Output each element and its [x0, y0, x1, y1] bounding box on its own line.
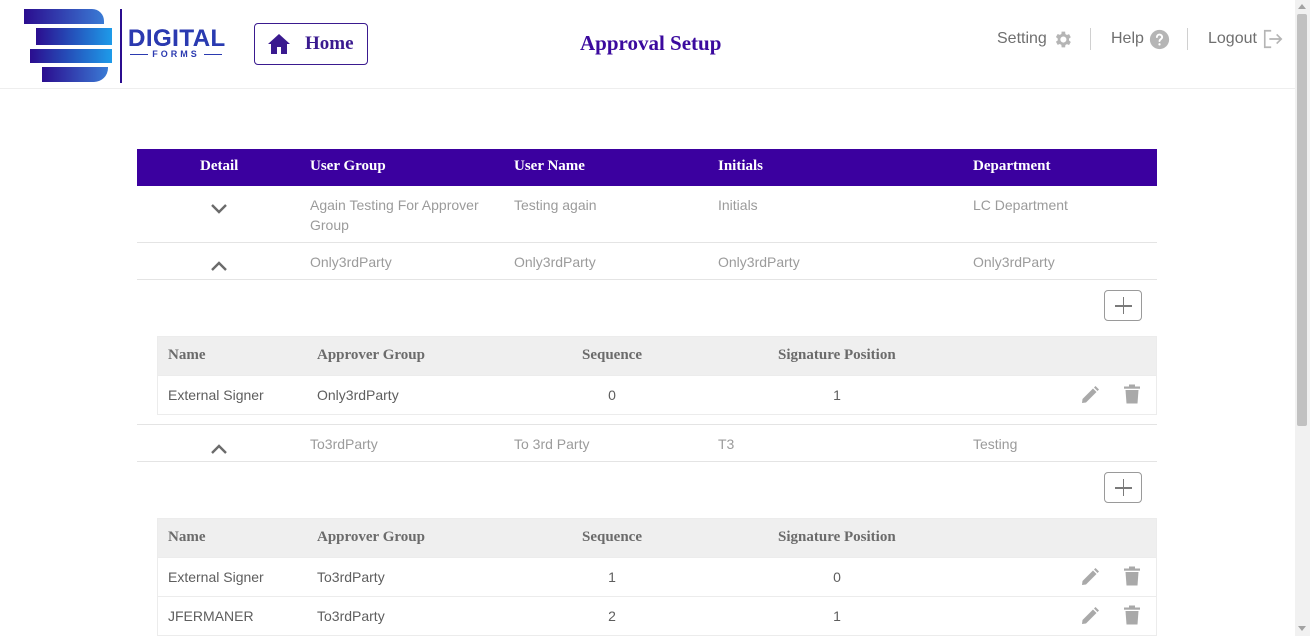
add-approver-button[interactable]: [1104, 290, 1142, 321]
scroll-up-arrow[interactable]: [1298, 4, 1306, 9]
pencil-icon[interactable]: [1080, 606, 1100, 626]
gear-icon: [1055, 31, 1071, 47]
trash-icon[interactable]: [1123, 566, 1141, 586]
approver-sub-table: Name Approver Group Sequence Signature P…: [157, 336, 1157, 415]
sub-table-header: Name Approver Group Sequence Signature P…: [158, 337, 1156, 375]
sub-cell-approver-group: To3rdParty: [317, 608, 385, 624]
trash-icon[interactable]: [1123, 384, 1141, 404]
cell-initials: Initials: [718, 197, 758, 213]
sub-table-row: External Signer To3rdParty 1 0: [158, 557, 1156, 596]
help-icon: [1149, 29, 1170, 49]
sub-column-approver-group: Approver Group: [317, 347, 425, 363]
sub-cell-sequence: 0: [608, 387, 616, 403]
column-header-user-name: User Name: [514, 158, 585, 174]
sub-cell-sequence: 2: [608, 608, 616, 624]
sub-cell-name: External Signer: [168, 387, 264, 403]
cell-user-group: To3rdParty: [310, 436, 378, 452]
logout-icon: [1263, 29, 1283, 49]
column-header-initials: Initials: [718, 158, 764, 174]
chevron-up-icon[interactable]: [210, 443, 228, 455]
cell-user-name: Only3rdParty: [514, 254, 596, 270]
logo-stripe: [30, 49, 112, 63]
sub-column-sequence: Sequence: [582, 529, 642, 545]
vertical-scrollbar[interactable]: [1295, 0, 1310, 636]
header-divider: [1090, 28, 1091, 50]
table-row: Only3rdParty Only3rdParty Only3rdParty O…: [137, 243, 1157, 280]
setting-link[interactable]: Setting: [997, 27, 1073, 51]
sub-table-header: Name Approver Group Sequence Signature P…: [158, 519, 1156, 557]
sub-column-name: Name: [168, 529, 206, 545]
pencil-icon[interactable]: [1080, 385, 1100, 405]
sub-cell-sequence: 1: [608, 569, 616, 585]
table-row: Again Testing For Approver Group Testing…: [137, 186, 1157, 243]
column-header-department: Department: [973, 158, 1051, 174]
home-icon: [268, 34, 290, 54]
home-button-label: Home: [305, 33, 354, 54]
chevron-up-icon[interactable]: [210, 260, 228, 272]
cell-department: Only3rdParty: [973, 254, 1055, 270]
sub-cell-name: JFERMANER: [168, 608, 254, 624]
sub-table-row: External Signer Only3rdParty 0 1: [158, 375, 1156, 414]
cell-user-name: Testing again: [514, 197, 597, 213]
table-header: Detail User Group User Name Initials Dep…: [137, 149, 1157, 186]
logo-divider: [120, 9, 122, 83]
sub-column-approver-group: Approver Group: [317, 529, 425, 545]
sub-cell-approver-group: To3rdParty: [317, 569, 385, 585]
trash-icon[interactable]: [1123, 605, 1141, 625]
chevron-down-icon[interactable]: [210, 203, 228, 215]
logout-link[interactable]: Logout: [1208, 27, 1284, 51]
sub-table-row: JFERMANER To3rdParty 2 1: [158, 596, 1156, 635]
sub-cell-approver-group: Only3rdParty: [317, 387, 399, 403]
logout-label: Logout: [1208, 30, 1257, 47]
cell-initials: Only3rdParty: [718, 254, 800, 270]
approver-sub-table: Name Approver Group Sequence Signature P…: [157, 518, 1157, 636]
sub-column-signature-position: Signature Position: [778, 347, 896, 363]
sub-cell-signature-position: 1: [833, 387, 841, 403]
column-header-user-group: User Group: [310, 158, 386, 174]
home-button[interactable]: Home: [254, 23, 368, 65]
sub-column-signature-position: Signature Position: [778, 529, 896, 545]
logo-stripe: [36, 28, 112, 45]
cell-initials: T3: [718, 436, 735, 452]
digital-forms-logo[interactable]: DIGITAL FORMS: [24, 9, 225, 83]
approval-table: Detail User Group User Name Initials Dep…: [137, 149, 1157, 186]
logo-stripe: [24, 9, 104, 24]
setting-label: Setting: [997, 30, 1047, 47]
sub-column-name: Name: [168, 347, 206, 363]
header-divider: [1187, 28, 1188, 50]
cell-user-group: Only3rdParty: [310, 254, 392, 270]
scroll-down-arrow[interactable]: [1298, 626, 1306, 631]
column-header-detail: Detail: [200, 158, 239, 174]
sub-column-sequence: Sequence: [582, 347, 642, 363]
app-header: DIGITAL FORMS Home Approval Setup Settin…: [0, 0, 1295, 89]
sub-cell-signature-position: 1: [833, 608, 841, 624]
page-title: Approval Setup: [580, 31, 722, 55]
logo-sub-text: FORMS: [128, 49, 224, 59]
cell-department: Testing: [973, 436, 1018, 452]
help-link[interactable]: Help: [1111, 27, 1170, 51]
sub-cell-name: External Signer: [168, 569, 264, 585]
sub-cell-signature-position: 0: [833, 569, 841, 585]
logo-stripe: [42, 67, 108, 82]
cell-department: LC Department: [973, 197, 1068, 213]
pencil-icon[interactable]: [1080, 567, 1100, 587]
add-approver-button[interactable]: [1104, 472, 1142, 503]
scroll-thumb[interactable]: [1297, 14, 1307, 426]
cell-user-name: To 3rd Party: [514, 436, 590, 452]
help-label: Help: [1111, 30, 1144, 47]
table-row: To3rdParty To 3rd Party T3 Testing: [137, 424, 1157, 462]
cell-user-group: Again Testing For Approver Group: [310, 197, 479, 233]
